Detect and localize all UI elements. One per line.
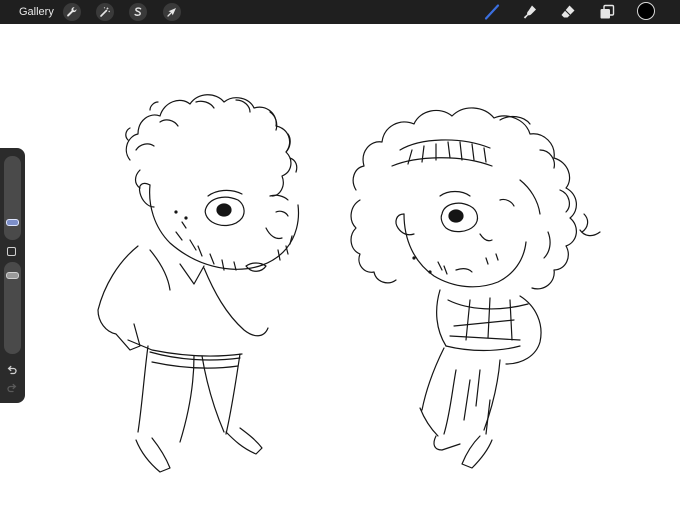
left-character-sketch [97,94,300,473]
magic-wand-icon [100,7,110,17]
selection-button[interactable] [129,3,147,21]
eraser-icon [561,5,575,18]
drawing-canvas[interactable] [0,24,680,510]
wrench-icon [67,7,77,17]
selection-s-icon [134,7,142,16]
eraser-tool-button[interactable] [558,2,578,22]
smudge-icon [523,5,536,19]
top-toolbar: Gallery [0,0,680,24]
layers-icon [600,4,615,19]
color-swatch-icon[interactable] [637,2,655,20]
transform-button[interactable] [163,3,181,21]
actions-button[interactable] [63,3,81,21]
adjustments-button[interactable] [96,3,114,21]
layers-button[interactable] [597,2,617,22]
arrow-cursor-icon [167,8,176,17]
smudge-tool-button[interactable] [520,2,540,22]
right-character-sketch [350,107,601,469]
brush-tool-button[interactable] [482,2,502,22]
gallery-button[interactable]: Gallery [19,0,54,24]
brush-icon [484,4,500,20]
